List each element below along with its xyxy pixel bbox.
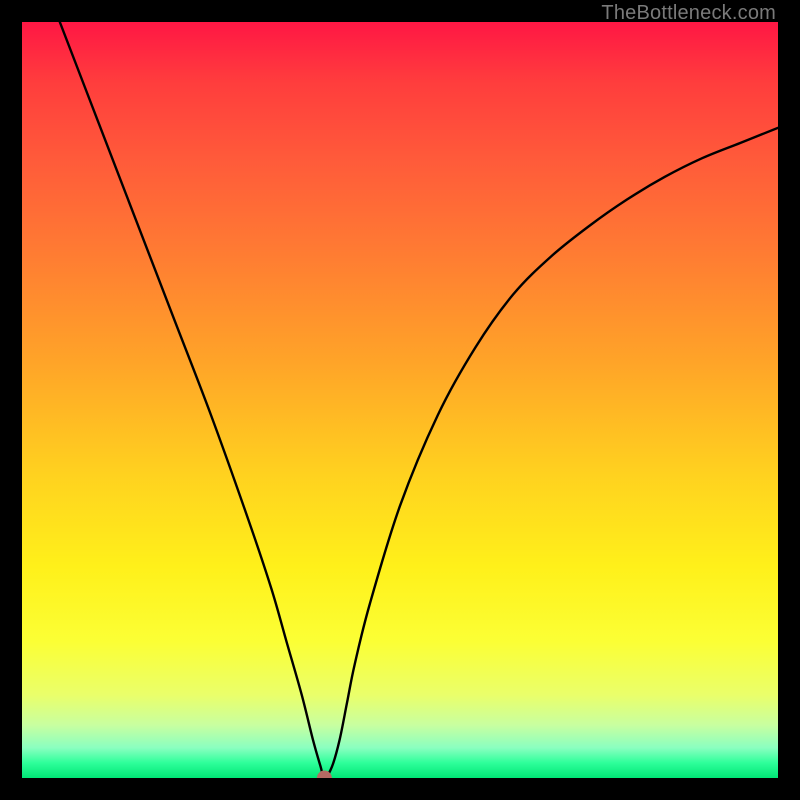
bottleneck-curve bbox=[60, 22, 778, 778]
watermark-text: TheBottleneck.com bbox=[601, 2, 776, 25]
chart-frame: TheBottleneck.com bbox=[0, 0, 800, 800]
plot-area bbox=[22, 22, 778, 778]
curve-svg bbox=[22, 22, 778, 778]
